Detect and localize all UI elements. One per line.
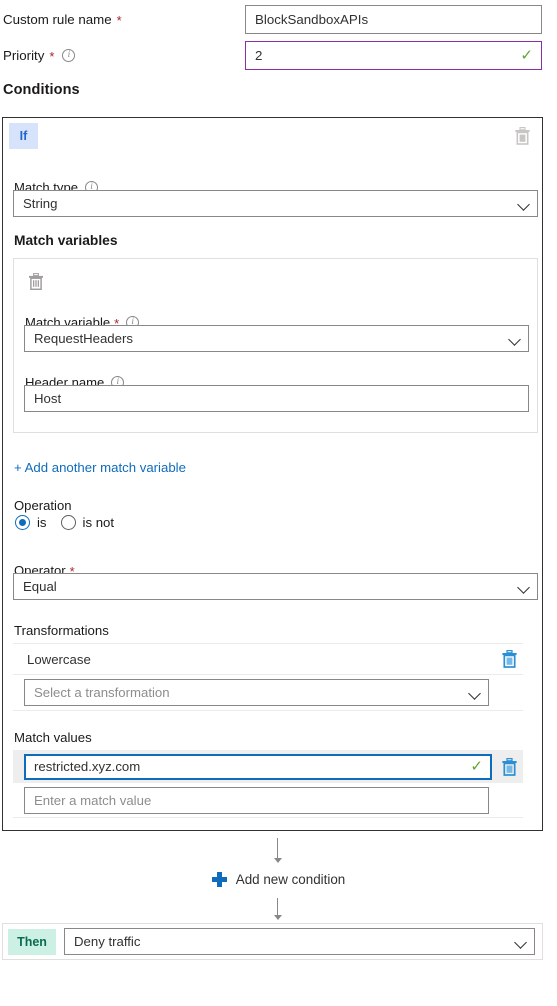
radio-selected-icon	[15, 515, 30, 530]
add-new-condition-label: Add new condition	[235, 872, 346, 887]
plus-icon	[211, 872, 227, 887]
if-condition-card: If Match type i String Match variables M…	[2, 117, 543, 831]
transformation-row: Lowercase	[13, 643, 523, 675]
radio-unselected-icon	[60, 515, 76, 530]
new-match-value-row: Enter a match value	[13, 783, 523, 818]
transformation-select[interactable]: Select a transformation	[24, 679, 489, 706]
match-value-input[interactable]: restricted.xyz.com ✓	[24, 753, 492, 780]
chevron-down-icon	[468, 686, 482, 700]
add-new-condition-button[interactable]: Add new condition	[0, 872, 557, 887]
conditions-heading: Conditions	[3, 82, 80, 98]
transformation-select-row: Select a transformation	[13, 675, 523, 711]
then-badge: Then	[8, 928, 56, 955]
arrow-head	[274, 915, 282, 920]
operation-radio-is[interactable]: is	[15, 515, 47, 530]
arrow-head	[274, 858, 282, 863]
match-type-select[interactable]: String	[13, 190, 538, 217]
valid-check-icon: ✓	[520, 46, 533, 64]
match-value-row: restricted.xyz.com ✓	[13, 750, 523, 783]
operator-select[interactable]: Equal	[13, 573, 538, 600]
required-asterisk: *	[116, 12, 122, 28]
priority-label: Priority * i	[0, 48, 245, 63]
trash-icon	[514, 127, 530, 145]
arrow-stem	[277, 898, 278, 915]
chevron-down-icon	[517, 580, 531, 594]
arrow-stem	[277, 838, 278, 858]
match-variable-value: RequestHeaders	[34, 331, 133, 346]
valid-check-icon: ✓	[470, 758, 483, 775]
chevron-down-icon	[517, 197, 531, 211]
operation-radio-is-not-label: is not	[82, 515, 115, 530]
flow-arrow-down	[273, 898, 283, 920]
operation-label: Operation	[14, 498, 72, 513]
if-badge: If	[9, 123, 38, 149]
match-type-value: String	[23, 196, 58, 211]
custom-rule-name-label: Custom rule name *	[0, 12, 245, 27]
transformations-list: Lowercase Select a transformation	[13, 643, 523, 711]
delete-match-variable-button[interactable]	[25, 270, 47, 292]
match-values-heading: Match values	[14, 730, 92, 745]
new-match-value-placeholder: Enter a match value	[34, 792, 152, 808]
trash-icon	[502, 757, 517, 776]
trash-icon	[502, 650, 517, 668]
then-action-select[interactable]: Deny traffic	[64, 928, 535, 955]
match-value-text: restricted.xyz.com	[34, 759, 141, 774]
chevron-down-icon	[514, 935, 528, 949]
delete-condition-button[interactable]	[511, 125, 533, 147]
new-match-value-input[interactable]: Enter a match value	[24, 786, 489, 814]
custom-rule-name-value: BlockSandboxAPIs	[255, 11, 369, 27]
header-name-value: Host	[34, 391, 62, 406]
priority-value: 2	[255, 47, 263, 63]
operation-radio-group: is is not	[15, 515, 114, 530]
transformation-placeholder: Select a transformation	[34, 685, 170, 700]
operator-value: Equal	[23, 579, 57, 594]
header-name-input[interactable]: Host	[24, 385, 529, 412]
delete-match-value-button[interactable]	[501, 757, 518, 776]
add-another-match-variable-link[interactable]: + Add another match variable	[14, 460, 186, 475]
then-action-value: Deny traffic	[74, 934, 141, 949]
trash-icon	[29, 272, 43, 290]
transformations-heading: Transformations	[14, 623, 109, 638]
flow-arrow-down	[273, 838, 283, 863]
custom-rule-name-row: Custom rule name * BlockSandboxAPIs	[0, 4, 557, 34]
priority-input[interactable]: 2 ✓	[245, 40, 542, 70]
info-icon[interactable]: i	[62, 48, 76, 62]
operation-radio-is-not[interactable]: is not	[60, 515, 115, 530]
operation-label-text: Operation	[14, 498, 72, 513]
match-variables-heading: Match variables	[14, 233, 118, 248]
match-values-list: restricted.xyz.com ✓ Enter a match value	[13, 750, 523, 818]
match-variable-card: Match variable * i RequestHeaders Header…	[13, 258, 538, 433]
operation-radio-is-label: is	[37, 515, 47, 530]
delete-transformation-button[interactable]	[501, 650, 518, 668]
required-asterisk: *	[49, 48, 55, 64]
priority-label-text: Priority	[3, 47, 45, 63]
custom-rule-name-label-text: Custom rule name	[3, 11, 112, 27]
match-variable-select[interactable]: RequestHeaders	[24, 325, 529, 352]
custom-rule-name-input[interactable]: BlockSandboxAPIs	[245, 4, 542, 34]
chevron-down-icon	[508, 332, 522, 346]
priority-row: Priority * i 2 ✓	[0, 40, 557, 70]
then-action-card: Then Deny traffic	[2, 923, 543, 960]
transformation-name: Lowercase	[27, 651, 91, 667]
